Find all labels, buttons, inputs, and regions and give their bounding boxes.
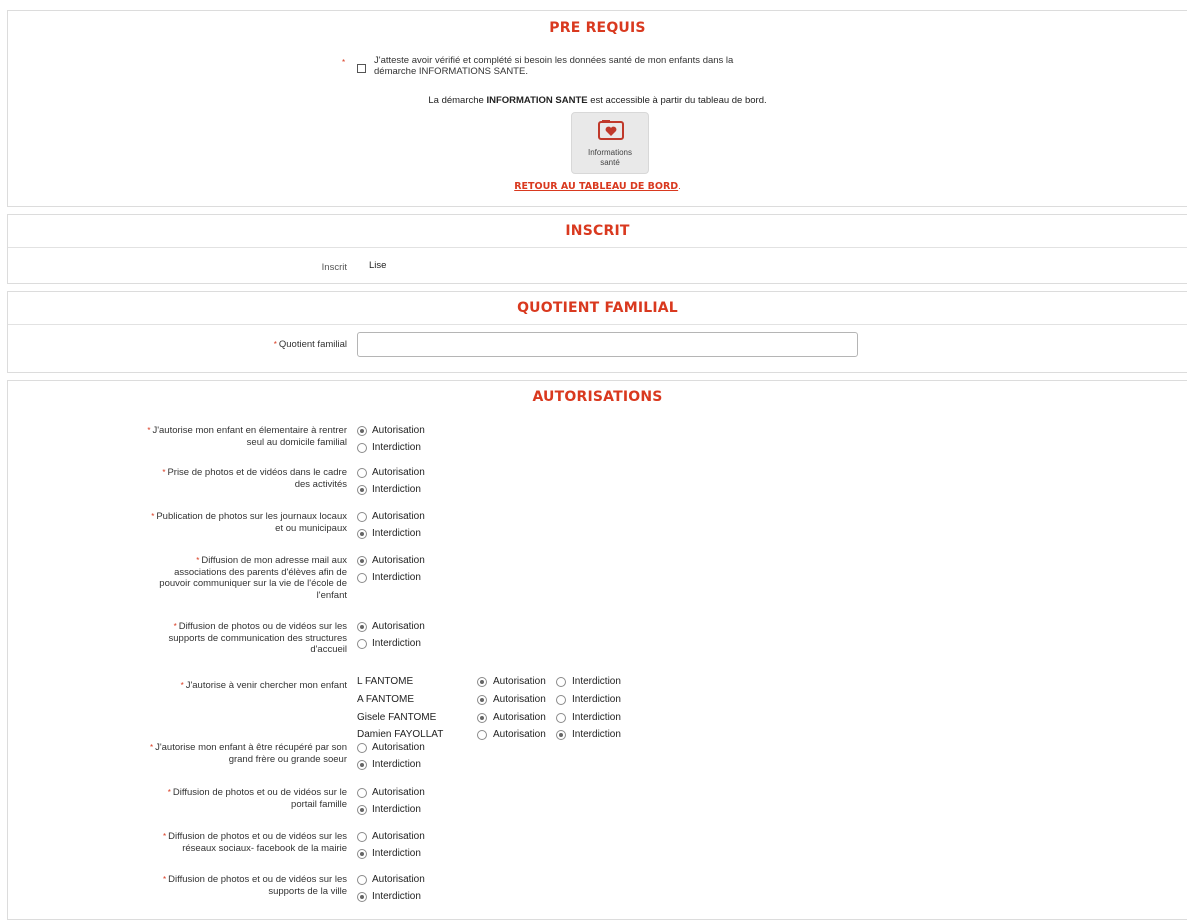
radio-autorisation[interactable] <box>357 875 367 885</box>
pickup-radio-autorisation[interactable] <box>477 713 487 723</box>
question-label: * Publication de photos sur les journaux … <box>151 511 347 534</box>
question-label: * Diffusion de mon adresse mail aux associ… <box>159 555 347 601</box>
pickup-person-name: Gisele FANTOME <box>357 712 437 723</box>
autorisations-title: AUTORISATIONS <box>532 389 663 405</box>
pickup-radio-autorisation-label: Autorisation <box>493 712 546 723</box>
required-marker: * <box>151 512 155 521</box>
quotient-familial-input[interactable] <box>357 332 858 357</box>
inscrit-title: INSCRIT <box>8 223 1187 248</box>
radio-autorisation[interactable] <box>357 556 367 566</box>
pickup-radio-interdiction[interactable] <box>556 713 566 723</box>
radio-interdiction-label: Interdiction <box>372 804 421 815</box>
back-to-dashboard-link[interactable]: RETOUR AU TABLEAU DE BORD <box>514 181 678 192</box>
radio-interdiction[interactable] <box>357 805 367 815</box>
question-label: * Diffusion de photos et ou de vidéos sur… <box>163 874 347 897</box>
radio-autorisation[interactable] <box>357 512 367 522</box>
question-label: * Diffusion de photos et ou de vidéos sur… <box>163 831 347 854</box>
radio-autorisation-label: Autorisation <box>372 742 425 753</box>
radio-autorisation-label: Autorisation <box>372 511 425 522</box>
tile-label: Informations santé <box>587 148 633 167</box>
question-label: * Diffusion de photos et ou de vidéos sur… <box>167 787 347 810</box>
pickup-question-label: * J'autorise à venir chercher mon enfant <box>180 680 347 691</box>
radio-autorisation[interactable] <box>357 426 367 436</box>
inscrit-label: Inscrit <box>321 262 347 273</box>
radio-autorisation[interactable] <box>357 832 367 842</box>
required-marker: * <box>147 426 151 435</box>
required-marker: * <box>180 681 184 690</box>
pickup-radio-interdiction-label: Interdiction <box>572 712 621 723</box>
question-label: * J'autorise mon enfant à être récupéré p… <box>149 742 347 765</box>
pickup-radio-interdiction-label: Interdiction <box>572 676 621 687</box>
radio-interdiction[interactable] <box>357 892 367 902</box>
pickup-radio-interdiction[interactable] <box>556 677 566 687</box>
inscrit-value: Lise <box>369 260 387 271</box>
radio-interdiction[interactable] <box>357 573 367 583</box>
radio-autorisation[interactable] <box>357 622 367 632</box>
pickup-radio-interdiction-label: Interdiction <box>572 694 621 705</box>
attest-checkbox[interactable] <box>357 64 366 73</box>
radio-autorisation[interactable] <box>357 788 367 798</box>
pickup-radio-autorisation[interactable] <box>477 695 487 705</box>
pickup-person-name: L FANTOME <box>357 676 414 687</box>
question-label: * Diffusion de photos ou de vidéos sur le… <box>168 621 347 655</box>
radio-interdiction-label: Interdiction <box>372 759 421 770</box>
radio-autorisation-label: Autorisation <box>372 621 425 632</box>
radio-interdiction[interactable] <box>357 529 367 539</box>
radio-autorisation-label: Autorisation <box>372 787 425 798</box>
pickup-radio-autorisation-label: Autorisation <box>493 729 546 740</box>
radio-interdiction[interactable] <box>357 760 367 770</box>
radio-interdiction[interactable] <box>357 639 367 649</box>
radio-interdiction[interactable] <box>357 443 367 453</box>
prerequis-title: PRE REQUIS <box>549 20 646 36</box>
required-marker: * <box>162 468 166 477</box>
radio-interdiction[interactable] <box>357 485 367 495</box>
radio-interdiction-label: Interdiction <box>372 891 421 902</box>
radio-interdiction-label: Interdiction <box>372 638 421 649</box>
radio-autorisation[interactable] <box>357 743 367 753</box>
radio-autorisation[interactable] <box>357 468 367 478</box>
pickup-radio-interdiction-label: Interdiction <box>572 729 621 740</box>
required-marker: * <box>342 58 346 67</box>
prerequis-panel: PRE REQUIS * J'atteste avoir vérifié et … <box>7 10 1187 207</box>
radio-interdiction-label: Interdiction <box>372 572 421 583</box>
back-link-row: RETOUR AU TABLEAU DE BORD. <box>514 181 681 192</box>
required-marker: * <box>196 556 200 565</box>
pickup-radio-autorisation[interactable] <box>477 730 487 740</box>
question-label: * J'autorise mon enfant en élementaire à … <box>147 425 347 448</box>
required-marker: * <box>163 832 167 841</box>
required-marker: * <box>163 875 167 884</box>
required-marker: * <box>149 743 154 752</box>
pickup-person-name: A FANTOME <box>357 694 415 705</box>
pickup-radio-autorisation[interactable] <box>477 677 487 687</box>
radio-interdiction-label: Interdiction <box>372 848 421 859</box>
info-sentence: La démarche INFORMATION SANTE est access… <box>428 95 767 106</box>
radio-interdiction-label: Interdiction <box>372 528 421 539</box>
required-marker: * <box>167 788 171 797</box>
pickup-radio-autorisation-label: Autorisation <box>493 694 546 705</box>
inscrit-panel: INSCRIT Inscrit Lise <box>7 214 1187 284</box>
radio-autorisation-label: Autorisation <box>372 874 425 885</box>
pickup-person-name: Damien FAYOLLAT <box>357 729 444 740</box>
pickup-radio-interdiction[interactable] <box>556 730 566 740</box>
question-label: * Prise de photos et de vidéos dans le ca… <box>162 467 347 490</box>
radio-interdiction[interactable] <box>357 849 367 859</box>
radio-autorisation-label: Autorisation <box>372 555 425 566</box>
informations-sante-tile[interactable]: Informations santé <box>571 112 649 174</box>
radio-autorisation-label: Autorisation <box>372 467 425 478</box>
radio-interdiction-label: Interdiction <box>372 442 421 453</box>
pickup-radio-interdiction[interactable] <box>556 695 566 705</box>
pickup-radio-autorisation-label: Autorisation <box>493 676 546 687</box>
radio-autorisation-label: Autorisation <box>372 425 425 436</box>
required-marker: * <box>273 340 277 349</box>
quotient-title: QUOTIENT FAMILIAL <box>8 300 1187 325</box>
attest-label: J'atteste avoir vérifié et complété si b… <box>374 55 734 77</box>
radio-autorisation-label: Autorisation <box>372 831 425 842</box>
required-marker: * <box>173 622 177 631</box>
radio-interdiction-label: Interdiction <box>372 484 421 495</box>
health-folder-icon <box>598 120 624 140</box>
quotient-label: * Quotient familial <box>273 339 347 350</box>
